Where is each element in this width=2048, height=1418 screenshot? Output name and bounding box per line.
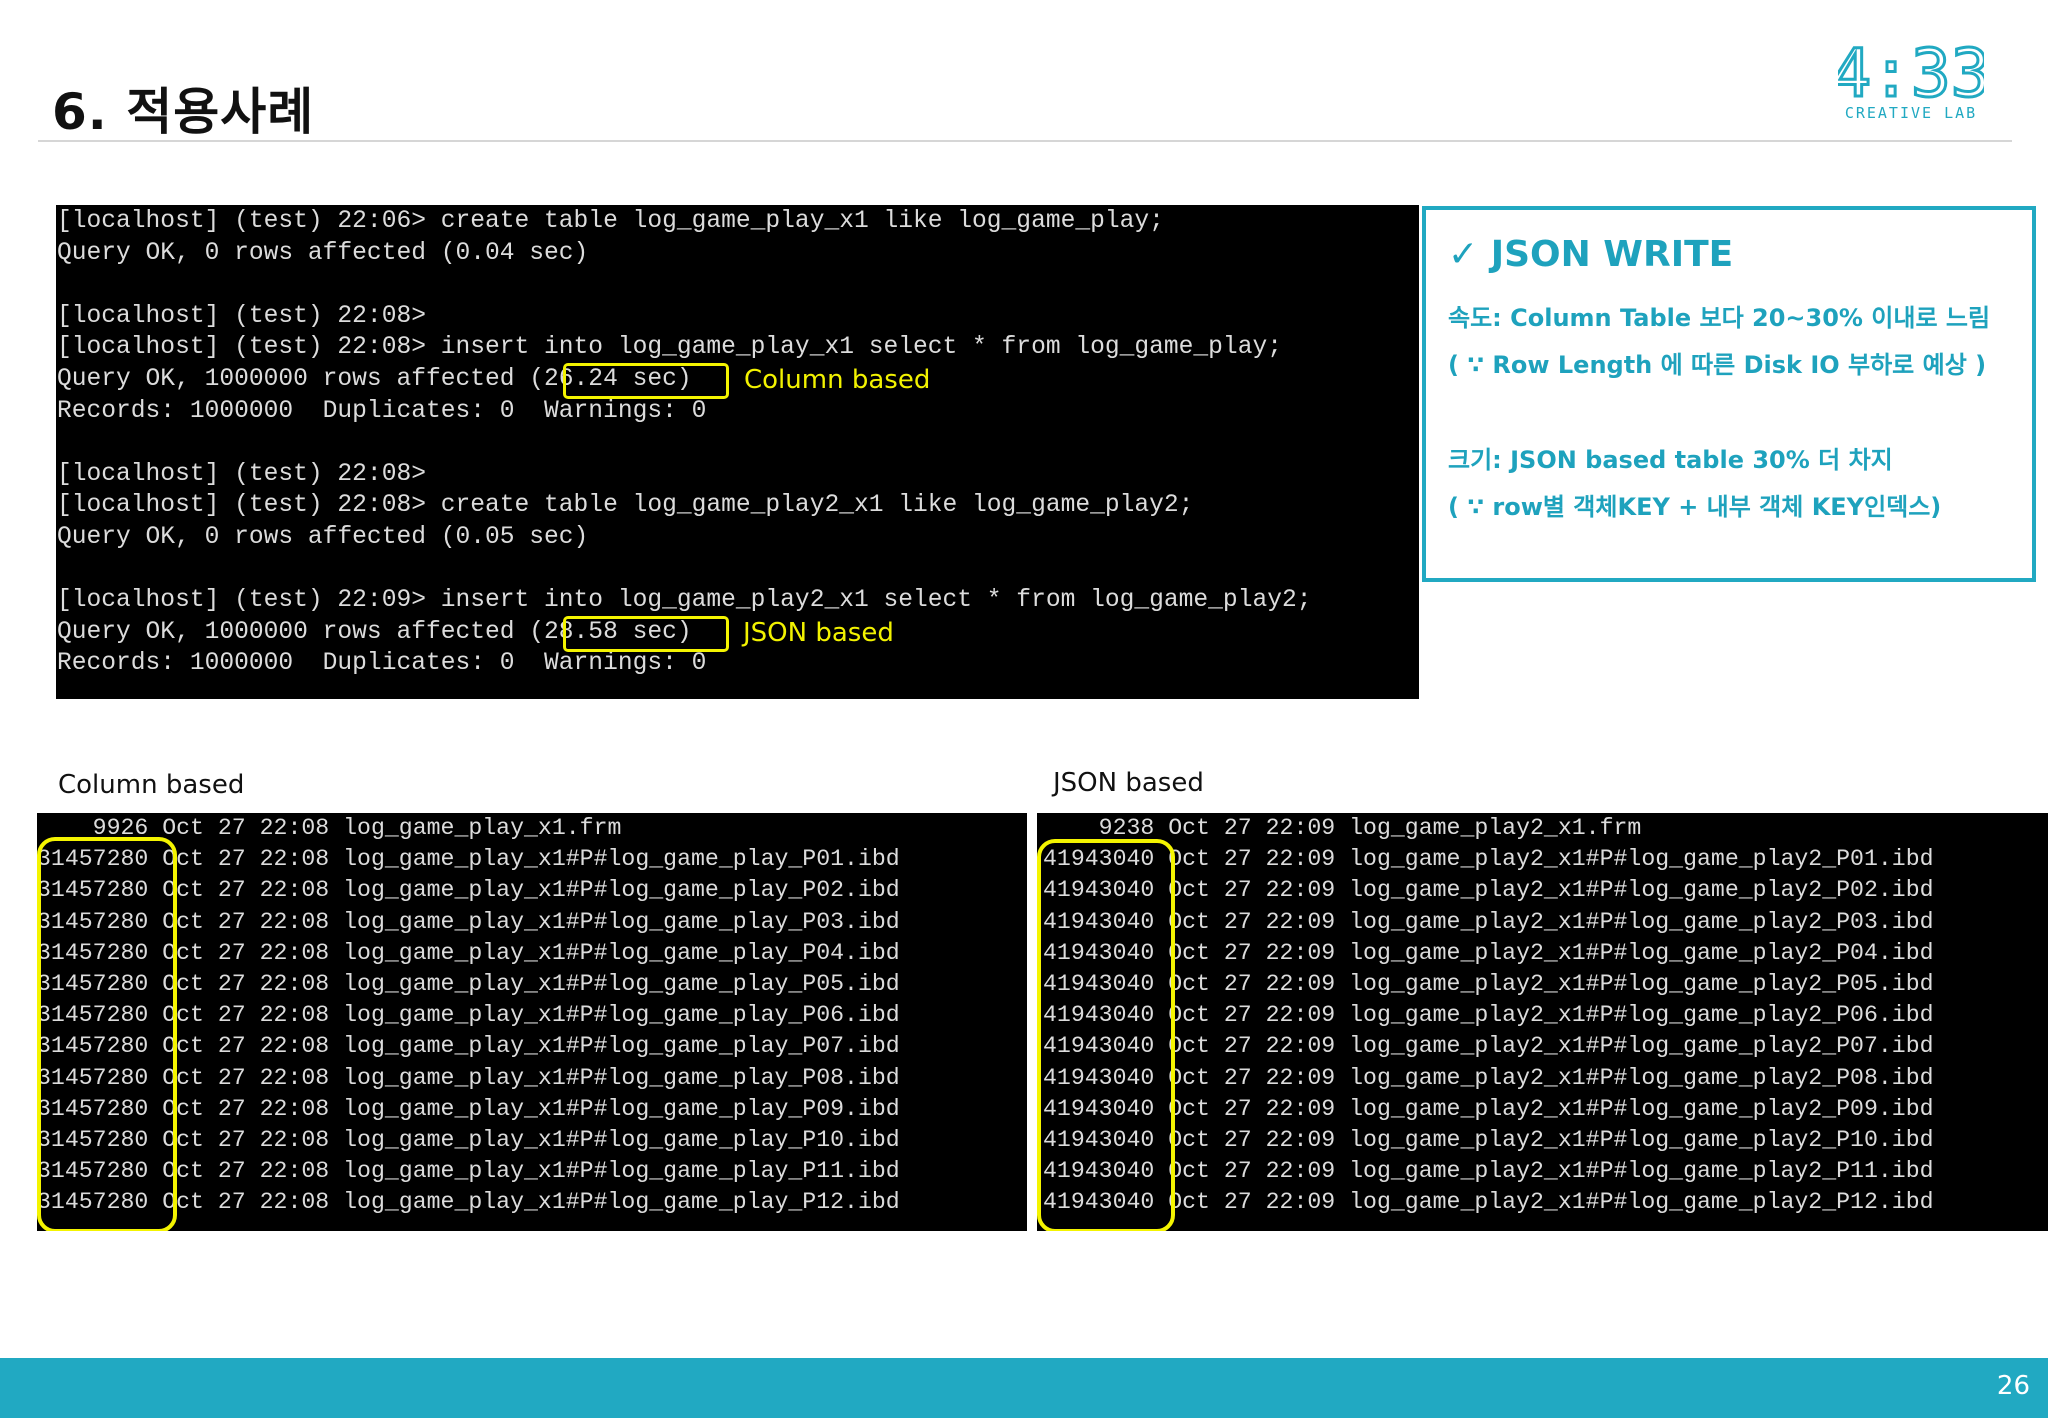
terminal-line: 31457280 Oct 27 22:08 log_game_play_x1#P…: [37, 1126, 900, 1153]
company-logo: 4:33 CREATIVE LAB: [1838, 38, 1984, 122]
logo-subtitle: CREATIVE LAB: [1845, 104, 1977, 122]
terminal-line: 31457280 Oct 27 22:08 log_game_play_x1#P…: [37, 1158, 900, 1185]
terminal-line: 41943040 Oct 27 22:09 log_game_play2_x1#…: [1043, 1158, 1934, 1185]
terminal-line: Records: 1000000 Duplicates: 0 Warnings:…: [57, 397, 707, 425]
column-time-highlight: [563, 363, 729, 399]
terminal-line: 41943040 Oct 27 22:09 log_game_play2_x1#…: [1043, 1002, 1934, 1029]
json-time-highlight: [563, 616, 729, 652]
terminal-line: 9238 Oct 27 22:09 log_game_play2_x1.frm: [1043, 815, 1642, 841]
terminal-insert-timing: [localhost] (test) 22:06> create table l…: [56, 205, 1419, 699]
terminal-line: Query OK, 0 rows affected (0.04 sec): [57, 239, 589, 267]
terminal-line: 41943040 Oct 27 22:09 log_game_play2_x1#…: [1043, 1189, 1934, 1216]
terminal-line: [localhost] (test) 22:09> insert into lo…: [57, 587, 1312, 615]
logo-mark: 4:33: [1838, 38, 1984, 112]
caption-column-based: Column based: [58, 770, 245, 800]
terminal-line: 9926 Oct 27 22:08 log_game_play_x1.frm: [37, 815, 622, 841]
terminal-line: 41943040 Oct 27 22:09 log_game_play2_x1#…: [1043, 1126, 1934, 1153]
terminal-line: [localhost] (test) 22:08> create table l…: [57, 492, 1194, 520]
terminal-line: 31457280 Oct 27 22:08 log_game_play_x1#P…: [37, 1064, 900, 1091]
terminal-line: 31457280 Oct 27 22:08 log_game_play_x1#P…: [37, 1033, 900, 1060]
slide-title: 6. 적용사례: [52, 83, 315, 141]
terminal-line: 41943040 Oct 27 22:09 log_game_play2_x1#…: [1043, 970, 1934, 997]
terminal-line: [localhost] (test) 22:06> create table l…: [57, 208, 1164, 235]
title-divider: [38, 140, 2012, 142]
json-write-summary-box: ✓ JSON WRITE 속도: Column Table 보다 20~30% …: [1422, 206, 2036, 582]
terminal-line: 31457280 Oct 27 22:08 log_game_play_x1#P…: [37, 908, 900, 935]
page-number: 26: [1996, 1371, 2030, 1401]
summary-size-reason: ( ∵ row별 객체KEY + 내부 객체 KEY인덱스): [1448, 493, 1942, 521]
terminal-line: Query OK, 1000000 rows affected (28.58 s…: [57, 618, 692, 646]
file-listing-json: 9238 Oct 27 22:09 log_game_play2_x1.frm 4…: [1037, 813, 2048, 1231]
terminal-line: 41943040 Oct 27 22:09 log_game_play2_x1#…: [1043, 1033, 1934, 1060]
summary-title: ✓ JSON WRITE: [1448, 234, 1734, 275]
terminal-line: Query OK, 1000000 rows affected (26.24 s…: [57, 365, 692, 393]
terminal-line: 41943040 Oct 27 22:09 log_game_play2_x1#…: [1043, 846, 1934, 873]
column-size-highlight: [37, 837, 177, 1231]
terminal-line: Records: 1000000 Duplicates: 0 Warnings:…: [57, 650, 707, 678]
terminal-line: [localhost] (test) 22:08> insert into lo…: [57, 334, 1282, 362]
terminal-line: 41943040 Oct 27 22:09 log_game_play2_x1#…: [1043, 1064, 1934, 1091]
terminal-line: 31457280 Oct 27 22:08 log_game_play_x1#P…: [37, 846, 900, 873]
footer-bar: 26: [0, 1358, 2048, 1418]
terminal-line: [localhost] (test) 22:08>: [57, 302, 426, 330]
terminal-line: 31457280 Oct 27 22:08 log_game_play_x1#P…: [37, 1002, 900, 1029]
terminal-line: 41943040 Oct 27 22:09 log_game_play2_x1#…: [1043, 1095, 1934, 1122]
terminal-line: 41943040 Oct 27 22:09 log_game_play2_x1#…: [1043, 877, 1934, 904]
json-size-highlight: [1037, 839, 1175, 1231]
column-based-annotation: Column based: [744, 365, 931, 395]
terminal-line: 31457280 Oct 27 22:08 log_game_play_x1#P…: [37, 939, 900, 966]
json-based-annotation: JSON based: [743, 618, 894, 648]
terminal-line: 31457280 Oct 27 22:08 log_game_play_x1#P…: [37, 877, 900, 904]
terminal-line: 31457280 Oct 27 22:08 log_game_play_x1#P…: [37, 1095, 900, 1122]
summary-speed: 속도: Column Table 보다 20~30% 이내로 느림: [1448, 304, 1991, 332]
terminal-line: 41943040 Oct 27 22:09 log_game_play2_x1#…: [1043, 908, 1934, 935]
summary-speed-reason: ( ∵ Row Length 에 따른 Disk IO 부하로 예상 ): [1448, 351, 1987, 379]
summary-size: 크기: JSON based table 30% 더 차지: [1448, 446, 1893, 474]
terminal-line: [localhost] (test) 22:08>: [57, 460, 426, 488]
caption-json-based: JSON based: [1053, 768, 1204, 798]
terminal-line: 41943040 Oct 27 22:09 log_game_play2_x1#…: [1043, 939, 1934, 966]
file-listing-column: 9926 Oct 27 22:08 log_game_play_x1.frm 31…: [37, 813, 1027, 1231]
terminal-line: 31457280 Oct 27 22:08 log_game_play_x1#P…: [37, 970, 900, 997]
terminal-line: Query OK, 0 rows affected (0.05 sec): [57, 523, 589, 551]
terminal-line: 31457280 Oct 27 22:08 log_game_play_x1#P…: [37, 1189, 900, 1216]
